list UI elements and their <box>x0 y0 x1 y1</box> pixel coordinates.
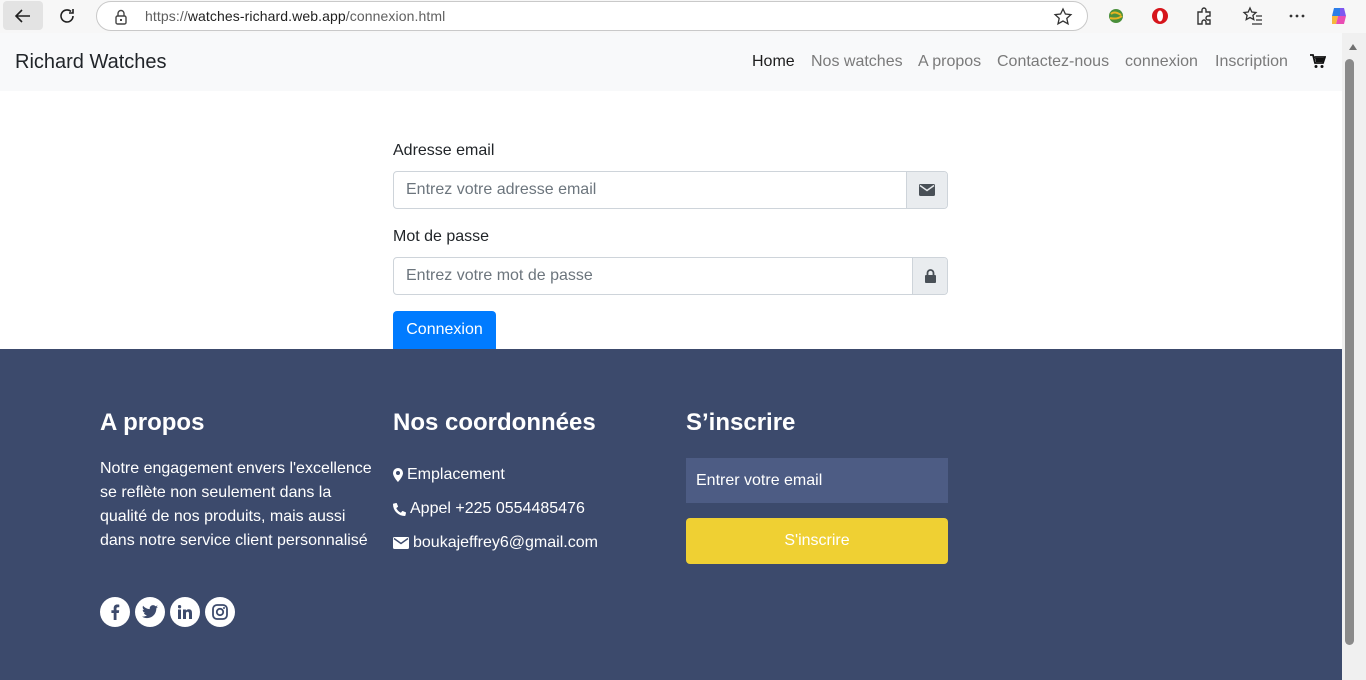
instagram-icon[interactable] <box>205 597 235 627</box>
footer-about-title: A propos <box>100 409 205 436</box>
brand-logo[interactable]: Richard Watches <box>15 51 167 74</box>
footer-subscribe-title: S’inscrire <box>686 409 796 436</box>
email-input-group: Entrez votre adresse email <box>393 171 948 209</box>
extension-globe-icon[interactable] <box>1105 5 1127 27</box>
contact-location: Emplacement <box>393 466 505 484</box>
favorites-icon[interactable] <box>1242 5 1264 27</box>
nav-nos-watches[interactable]: Nos watches <box>811 53 903 71</box>
more-options-icon[interactable] <box>1286 5 1308 27</box>
email-field[interactable]: Entrez votre adresse email <box>394 172 906 208</box>
contact-location-text: Emplacement <box>407 466 505 483</box>
back-arrow-icon <box>14 8 30 23</box>
password-label: Mot de passe <box>393 228 490 245</box>
subscribe-email-input[interactable]: Entrer votre email <box>686 458 948 503</box>
facebook-icon[interactable] <box>100 597 130 627</box>
url-text: https://watches-richard.web.app/connexio… <box>145 8 446 24</box>
lock-icon <box>924 269 936 283</box>
contact-email: boukajeffrey6@gmail.com <box>393 534 598 552</box>
scroll-thumb[interactable] <box>1345 59 1354 645</box>
email-addon <box>906 172 947 208</box>
footer-contact-title: Nos coordonnées <box>393 409 596 436</box>
back-button[interactable] <box>3 1 43 30</box>
favorite-star-icon[interactable] <box>1053 7 1073 32</box>
copilot-icon[interactable] <box>1328 5 1350 27</box>
password-field[interactable]: Entrez votre mot de passe <box>394 258 912 294</box>
nav-contactez-nous[interactable]: Contactez-nous <box>997 53 1109 71</box>
envelope-icon <box>393 537 409 549</box>
reload-button[interactable] <box>53 3 81 29</box>
map-marker-icon <box>393 468 403 482</box>
extension-opera-icon[interactable] <box>1149 5 1171 27</box>
nav-a-propos[interactable]: A propos <box>918 53 981 71</box>
nav-connexion[interactable]: connexion <box>1125 53 1198 71</box>
footer-about-text: Notre engagement envers l'excellence se … <box>100 460 372 549</box>
page-scrollbar[interactable] <box>1342 33 1366 680</box>
cart-icon[interactable] <box>1310 54 1327 74</box>
connexion-button[interactable]: Connexion <box>393 311 496 349</box>
contact-email-text[interactable]: boukajeffrey6@gmail.com <box>413 534 598 552</box>
password-input-group: Entrez votre mot de passe <box>393 257 948 295</box>
nav-home[interactable]: Home <box>752 53 795 71</box>
social-links <box>100 597 235 627</box>
linkedin-icon[interactable] <box>170 597 200 627</box>
site-footer: A propos Notre engagement envers l'excel… <box>0 349 1342 680</box>
password-addon <box>912 258 947 294</box>
reload-icon <box>60 9 74 23</box>
envelope-icon <box>919 184 935 196</box>
contact-phone-text: Appel +225 0554485476 <box>410 500 585 517</box>
nav-inscription[interactable]: Inscription <box>1215 53 1288 71</box>
scroll-up-arrow-icon[interactable] <box>1348 43 1358 51</box>
site-info-icon[interactable] <box>113 8 129 31</box>
browser-toolbar: https://watches-richard.web.app/connexio… <box>0 0 1366 33</box>
extensions-puzzle-icon[interactable] <box>1193 5 1215 27</box>
subscribe-button[interactable]: S'inscrire <box>686 518 948 564</box>
twitter-icon[interactable] <box>135 597 165 627</box>
contact-phone: Appel +225 0554485476 <box>393 500 585 518</box>
address-bar[interactable]: https://watches-richard.web.app/connexio… <box>96 1 1088 31</box>
email-label: Adresse email <box>393 142 495 159</box>
phone-icon <box>393 502 406 516</box>
site-navbar: Richard Watches Home Nos watches A propo… <box>0 33 1342 91</box>
